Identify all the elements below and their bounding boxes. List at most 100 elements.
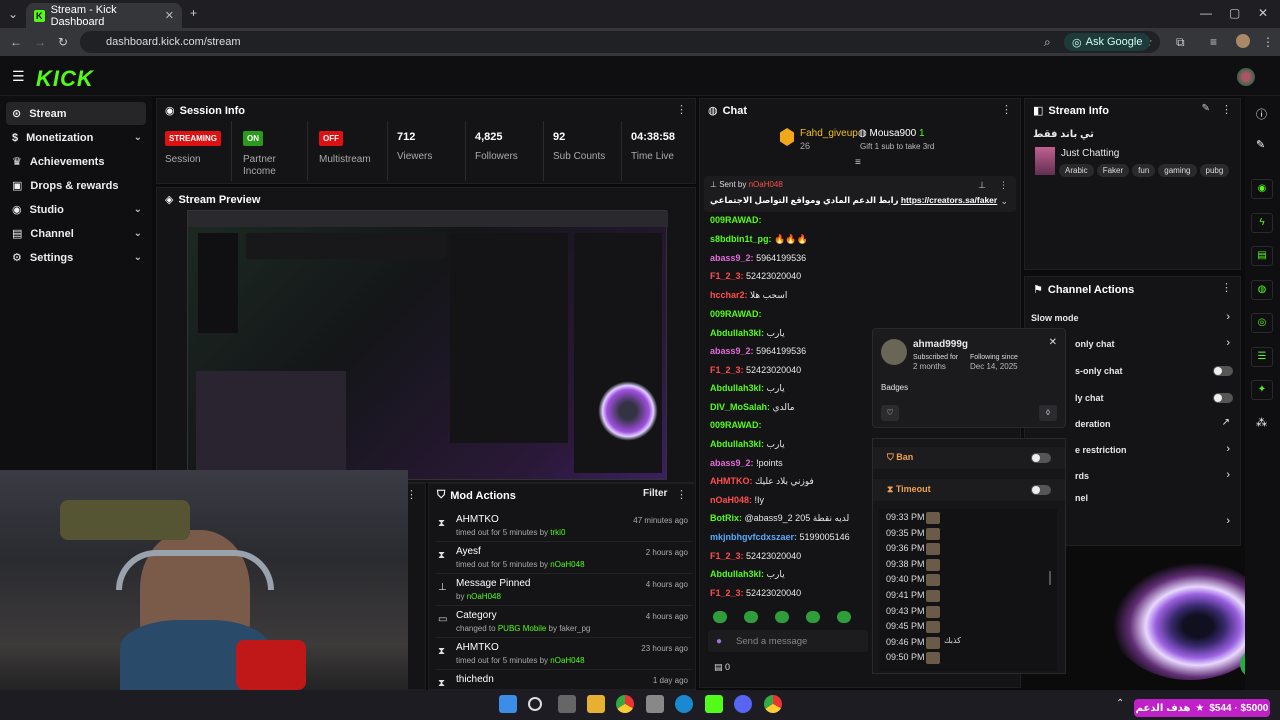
emote-icon[interactable] <box>806 611 820 623</box>
emote-icon[interactable] <box>837 611 851 623</box>
edit-icon[interactable]: ✎ <box>1202 103 1210 114</box>
tag[interactable]: pubg <box>1199 164 1230 177</box>
filter-button[interactable]: Filter <box>643 488 667 499</box>
external-link-icon[interactable]: ↗ <box>1222 417 1230 428</box>
mod-action-user[interactable]: nOaH048 <box>550 560 584 569</box>
channel-action-label[interactable]: s-only chat <box>1075 366 1123 376</box>
chat-username[interactable]: s8bdbin1t_pg: <box>710 234 772 244</box>
sidebar-item-studio[interactable]: ◉ Studio ⌄ <box>6 198 146 221</box>
chat-username[interactable]: F1_2_3: <box>710 365 744 375</box>
chat-bubble-icon[interactable]: ◍ <box>1251 280 1273 300</box>
chat-message[interactable]: 009RAWAD: <box>710 215 762 225</box>
chat-username[interactable]: AHMTKO: <box>710 476 753 486</box>
chat-message[interactable]: F1_2_3: 52423020040 <box>710 551 801 561</box>
chat-message[interactable]: Abdullah3kl: يارب <box>710 569 785 580</box>
chat-username[interactable]: Abdullah3kl: <box>710 569 764 579</box>
category-thumbnail[interactable] <box>1035 147 1055 175</box>
chat-message[interactable]: AHMTKO: فوزني بلاد عليك <box>710 476 814 487</box>
tray-chevron-icon[interactable]: ⌃ <box>1116 698 1124 709</box>
chat-username[interactable]: F1_2_3: <box>710 588 744 598</box>
sidebar-item-achievements[interactable]: ♛ Achievements <box>6 150 146 173</box>
chat-username[interactable]: abass9_2: <box>710 458 754 468</box>
broadcast-icon[interactable]: ◎ <box>1251 313 1273 333</box>
channel-action-label[interactable]: only chat <box>1075 339 1115 349</box>
mod-action-row[interactable]: ⊥ Message Pinned by nOaH048 4 hours ago <box>436 576 692 606</box>
chevron-right-icon[interactable]: › <box>1226 311 1230 323</box>
new-tab-icon[interactable]: + <box>190 6 197 20</box>
chat-message[interactable]: abass9_2: 5964199536 <box>710 253 806 263</box>
unpin-icon[interactable]: ⊥ <box>978 180 986 191</box>
profile-avatar[interactable] <box>1236 34 1250 48</box>
timeout-toggle[interactable] <box>1031 485 1051 495</box>
close-window-icon[interactable]: ✕ <box>1258 6 1268 20</box>
maximize-icon[interactable]: ▢ <box>1229 6 1240 20</box>
lightning-icon[interactable]: ϟ <box>1251 213 1273 233</box>
chat-username[interactable]: hcchar2: <box>710 290 748 300</box>
channel-action-label[interactable]: nel <box>1075 493 1088 503</box>
task-view-icon[interactable] <box>558 695 576 713</box>
tab-list-icon[interactable]: ⌄ <box>8 7 18 21</box>
user-card-username[interactable]: ahmad999g <box>913 339 968 350</box>
user-avatar[interactable] <box>1237 68 1255 86</box>
close-icon[interactable]: ✕ <box>1049 337 1057 348</box>
chat-username[interactable]: BotRix: <box>710 513 742 523</box>
chat-message[interactable]: Abdullah3kl: يارب <box>710 383 785 394</box>
hamburger-icon[interactable]: ☰ <box>12 68 25 85</box>
chat-username[interactable]: nOaH048: <box>710 495 752 505</box>
chat-input[interactable]: ● Send a message <box>708 630 868 652</box>
channel-points[interactable]: ▤ 0 <box>714 662 730 673</box>
category-name[interactable]: Just Chatting <box>1061 148 1119 159</box>
chat-message[interactable]: 009RAWAD: <box>710 309 762 319</box>
search-icon[interactable] <box>528 697 542 711</box>
chat-username[interactable]: abass9_2: <box>710 253 754 263</box>
collapse-icon[interactable]: ≡ <box>855 157 861 168</box>
windows-start-icon[interactable] <box>499 695 517 713</box>
chat-username[interactable]: DIV_MoSalah: <box>710 402 770 412</box>
chat-username[interactable]: 009RAWAD: <box>710 420 762 430</box>
chat-username[interactable]: abass9_2: <box>710 346 754 356</box>
chat-username[interactable]: Abdullah3kl: <box>710 383 764 393</box>
wrench-icon[interactable]: ✦ <box>1251 380 1273 400</box>
kebab-menu-icon[interactable]: ⋮ <box>1221 103 1232 116</box>
toggle-switch[interactable] <box>1213 366 1233 376</box>
chat-message[interactable]: F1_2_3: 52423020040 <box>710 365 801 375</box>
ban-toggle[interactable] <box>1031 453 1051 463</box>
chevron-right-icon[interactable]: › <box>1226 337 1230 349</box>
chat-message[interactable]: abass9_2: !points <box>710 458 783 468</box>
reading-list-icon[interactable]: ≡ <box>1210 35 1217 49</box>
scrollbar[interactable] <box>1049 571 1051 585</box>
mod-action-row[interactable]: ⧗ Ayesf timed out for 5 minutes by nOaH0… <box>436 544 692 574</box>
pinned-message[interactable]: ⊥ Sent by nOaH048 رابط الدعم المادي وموا… <box>704 176 1016 212</box>
channel-action-label[interactable]: ly chat <box>1075 393 1104 403</box>
channel-action-label[interactable]: deration <box>1075 419 1111 429</box>
toggle-switch[interactable] <box>1213 393 1233 403</box>
mod-action-row[interactable]: ▭ Category changed to PUBG Mobile by fak… <box>436 608 692 638</box>
sidebar-item-monetization[interactable]: $ Monetization ⌄ <box>6 126 146 149</box>
chevron-right-icon[interactable]: › <box>1226 515 1230 527</box>
zoom-icon[interactable]: ⌕ <box>1044 35 1051 50</box>
mod-action-user[interactable]: nOaH048 <box>550 656 584 665</box>
chat-message[interactable]: BotRix: @abass9_2 205 لديه نقطة <box>710 513 849 524</box>
channel-action-label[interactable]: e restriction <box>1075 445 1127 455</box>
sidebar-item-drops[interactable]: ▣ Drops & rewards <box>6 174 146 197</box>
emote-icon[interactable] <box>775 611 789 623</box>
document-icon[interactable]: ▤ <box>1251 246 1273 266</box>
chevron-right-icon[interactable]: › <box>1226 443 1230 455</box>
mod-action-row[interactable]: ⧗ AHMTKO timed out for 5 minutes by nOaH… <box>436 640 692 670</box>
extensions-icon[interactable]: ⧉ <box>1176 35 1185 50</box>
chat-message[interactable]: hcchar2: اسحب هلا <box>710 290 787 301</box>
more-tools-icon[interactable]: ⁂ <box>1256 416 1267 429</box>
browser-tab[interactable]: K Stream - Kick Dashboard ✕ <box>26 3 182 28</box>
emote-icon[interactable] <box>713 611 727 623</box>
kick-app-icon[interactable] <box>705 695 723 713</box>
camera-icon[interactable]: ◉ <box>1251 179 1273 199</box>
chat-message[interactable]: nOaH048: !Iy <box>710 495 764 505</box>
chat-message[interactable]: F1_2_3: 52423020040 <box>710 271 801 281</box>
chevron-down-icon[interactable]: ⌄ <box>1000 196 1008 207</box>
sidebar-item-channel[interactable]: ▤ Channel ⌄ <box>6 222 146 245</box>
sidebar-item-settings[interactable]: ⚙ Settings ⌄ <box>6 246 146 269</box>
chat-message[interactable]: s8bdbin1t_pg: 🔥🔥🔥 <box>710 234 808 245</box>
ban-row[interactable]: ⛉ Ban <box>873 447 1065 469</box>
discord-icon[interactable] <box>734 695 752 713</box>
store-icon[interactable] <box>646 695 664 713</box>
